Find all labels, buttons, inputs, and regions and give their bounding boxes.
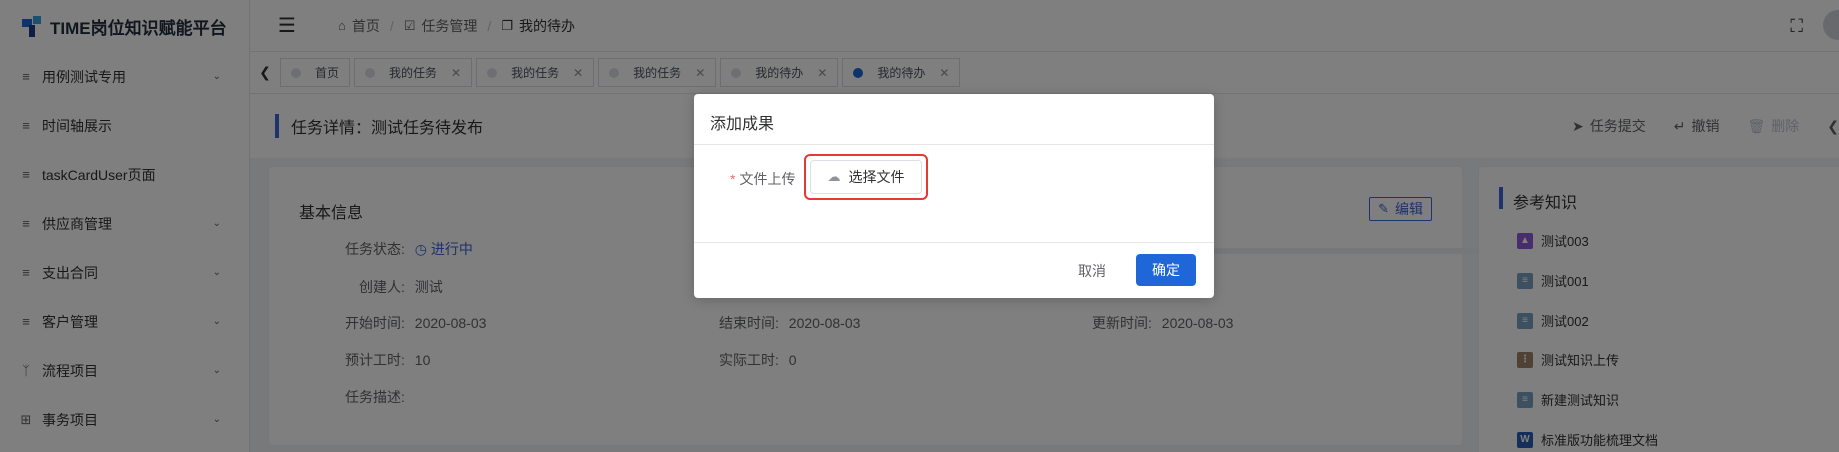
divider: [694, 242, 1214, 243]
dialog-title: 添加成果: [710, 116, 775, 133]
select-file-button[interactable]: ☁ 选择文件: [810, 160, 922, 194]
cloud-upload-icon: ☁: [827, 169, 841, 184]
add-result-dialog: 添加成果 * 文件上传 ☁ 选择文件 取消 确定: [694, 94, 1214, 298]
required-mark: *: [730, 171, 736, 187]
cancel-button[interactable]: 取消: [1062, 256, 1122, 286]
file-upload-label-text: 文件上传: [739, 171, 796, 187]
file-upload-label: * 文件上传: [730, 169, 795, 189]
divider: [694, 144, 1214, 145]
confirm-button[interactable]: 确定: [1136, 254, 1196, 286]
select-file-label: 选择文件: [848, 169, 905, 185]
